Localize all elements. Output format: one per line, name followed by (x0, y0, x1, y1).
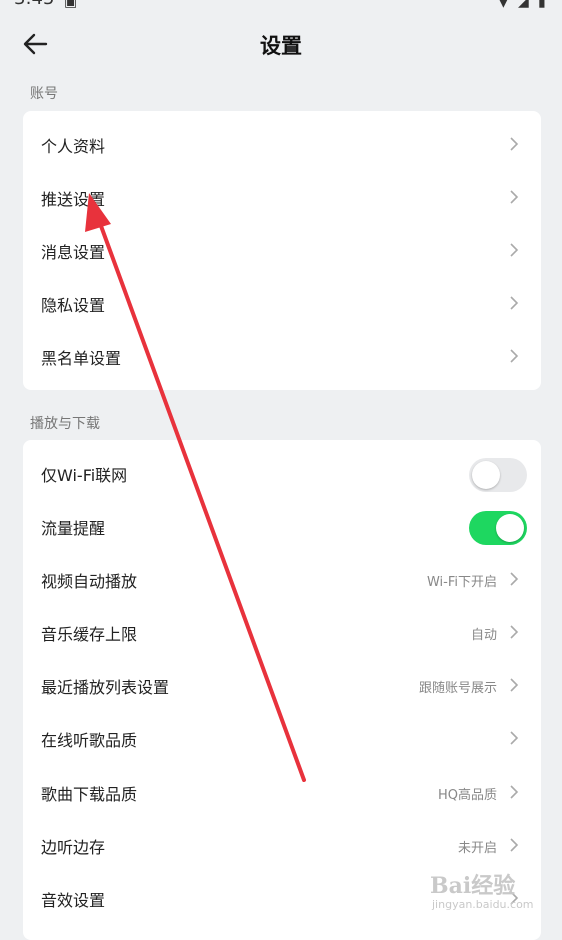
row-label: 消息设置 (41, 243, 106, 262)
toggle-knob (496, 514, 524, 542)
row-label: 隐私设置 (41, 296, 106, 315)
notification-icon: ▣ (64, 0, 78, 10)
settings-row-cache-limit[interactable]: 音乐缓存上限 自动 (23, 606, 541, 659)
status-bar: 3:45 ▣ ▼ ◢ ▮ (0, 0, 562, 10)
row-value: Wi-Fi下开启 (426, 575, 497, 590)
settings-row-blacklist[interactable]: 黑名单设置 (23, 330, 541, 383)
row-value: 跟随账号展示 (418, 681, 497, 696)
settings-row-profile[interactable]: 个人资料 (23, 118, 541, 171)
page-title: 设置 (260, 34, 302, 58)
settings-row-download-quality[interactable]: 歌曲下载品质 HQ高品质 (23, 766, 541, 819)
status-time: 3:45 (14, 0, 54, 9)
row-label: 黑名单设置 (41, 349, 122, 368)
section-label-playback: 播放与下载 (30, 416, 100, 432)
chevron-right-icon (510, 678, 519, 692)
toggle-knob (472, 461, 500, 489)
section-label-account: 账号 (30, 86, 58, 102)
data-reminder-toggle[interactable] (469, 511, 527, 545)
chevron-right-icon (510, 296, 519, 310)
wifi-icon: ▼ (498, 0, 509, 10)
settings-row-privacy[interactable]: 隐私设置 (23, 277, 541, 330)
row-label: 仅Wi-Fi联网 (41, 466, 128, 485)
header: 设置 (0, 18, 562, 70)
chevron-right-icon (510, 625, 519, 639)
settings-row-listen-and-save[interactable]: 边听边存 未开启 (23, 819, 541, 872)
chevron-right-icon (510, 572, 519, 586)
row-label: 歌曲下载品质 (41, 785, 138, 804)
chevron-right-icon (510, 785, 519, 799)
watermark-url: jingyan.baidu.com (432, 898, 534, 911)
chevron-right-icon (510, 137, 519, 151)
settings-row-messages[interactable]: 消息设置 (23, 224, 541, 277)
chevron-right-icon (510, 243, 519, 257)
account-settings-card: 个人资料 推送设置 消息设置 隐私设置 黑名单设置 (23, 111, 541, 390)
playback-settings-card: 仅Wi-Fi联网 流量提醒 视频自动播放 Wi-Fi下开启 音乐缓存上限 自动 … (23, 440, 541, 940)
row-label: 音乐缓存上限 (41, 625, 138, 644)
row-label: 流量提醒 (41, 519, 106, 538)
row-value: 未开启 (457, 841, 497, 856)
row-label: 最近播放列表设置 (41, 678, 170, 697)
battery-icon: ▮ (538, 0, 546, 10)
chevron-right-icon (510, 838, 519, 852)
row-label: 在线听歌品质 (41, 731, 138, 750)
row-label: 边听边存 (41, 838, 106, 857)
row-label: 个人资料 (41, 137, 106, 156)
wifi-only-toggle[interactable] (469, 458, 527, 492)
row-label: 视频自动播放 (41, 572, 138, 591)
settings-row-stream-quality[interactable]: 在线听歌品质 (23, 712, 541, 765)
settings-row-wifi-only: 仅Wi-Fi联网 (23, 447, 541, 500)
row-value: HQ高品质 (437, 788, 497, 803)
baidu-jingyan-watermark: Bai经验 jingyan.baidu.com (430, 868, 560, 918)
row-label: 推送设置 (41, 190, 106, 209)
settings-row-recent-playlist[interactable]: 最近播放列表设置 跟随账号展示 (23, 659, 541, 712)
chevron-right-icon (510, 731, 519, 745)
signal-icon: ◢ (518, 0, 529, 10)
settings-row-video-autoplay[interactable]: 视频自动播放 Wi-Fi下开启 (23, 553, 541, 606)
row-value: 自动 (470, 628, 497, 643)
watermark-brand: Bai经验 (430, 873, 516, 899)
chevron-right-icon (510, 349, 519, 363)
settings-row-push[interactable]: 推送设置 (23, 171, 541, 224)
settings-row-data-reminder: 流量提醒 (23, 500, 541, 553)
chevron-right-icon (510, 190, 519, 204)
row-label: 音效设置 (41, 891, 106, 910)
